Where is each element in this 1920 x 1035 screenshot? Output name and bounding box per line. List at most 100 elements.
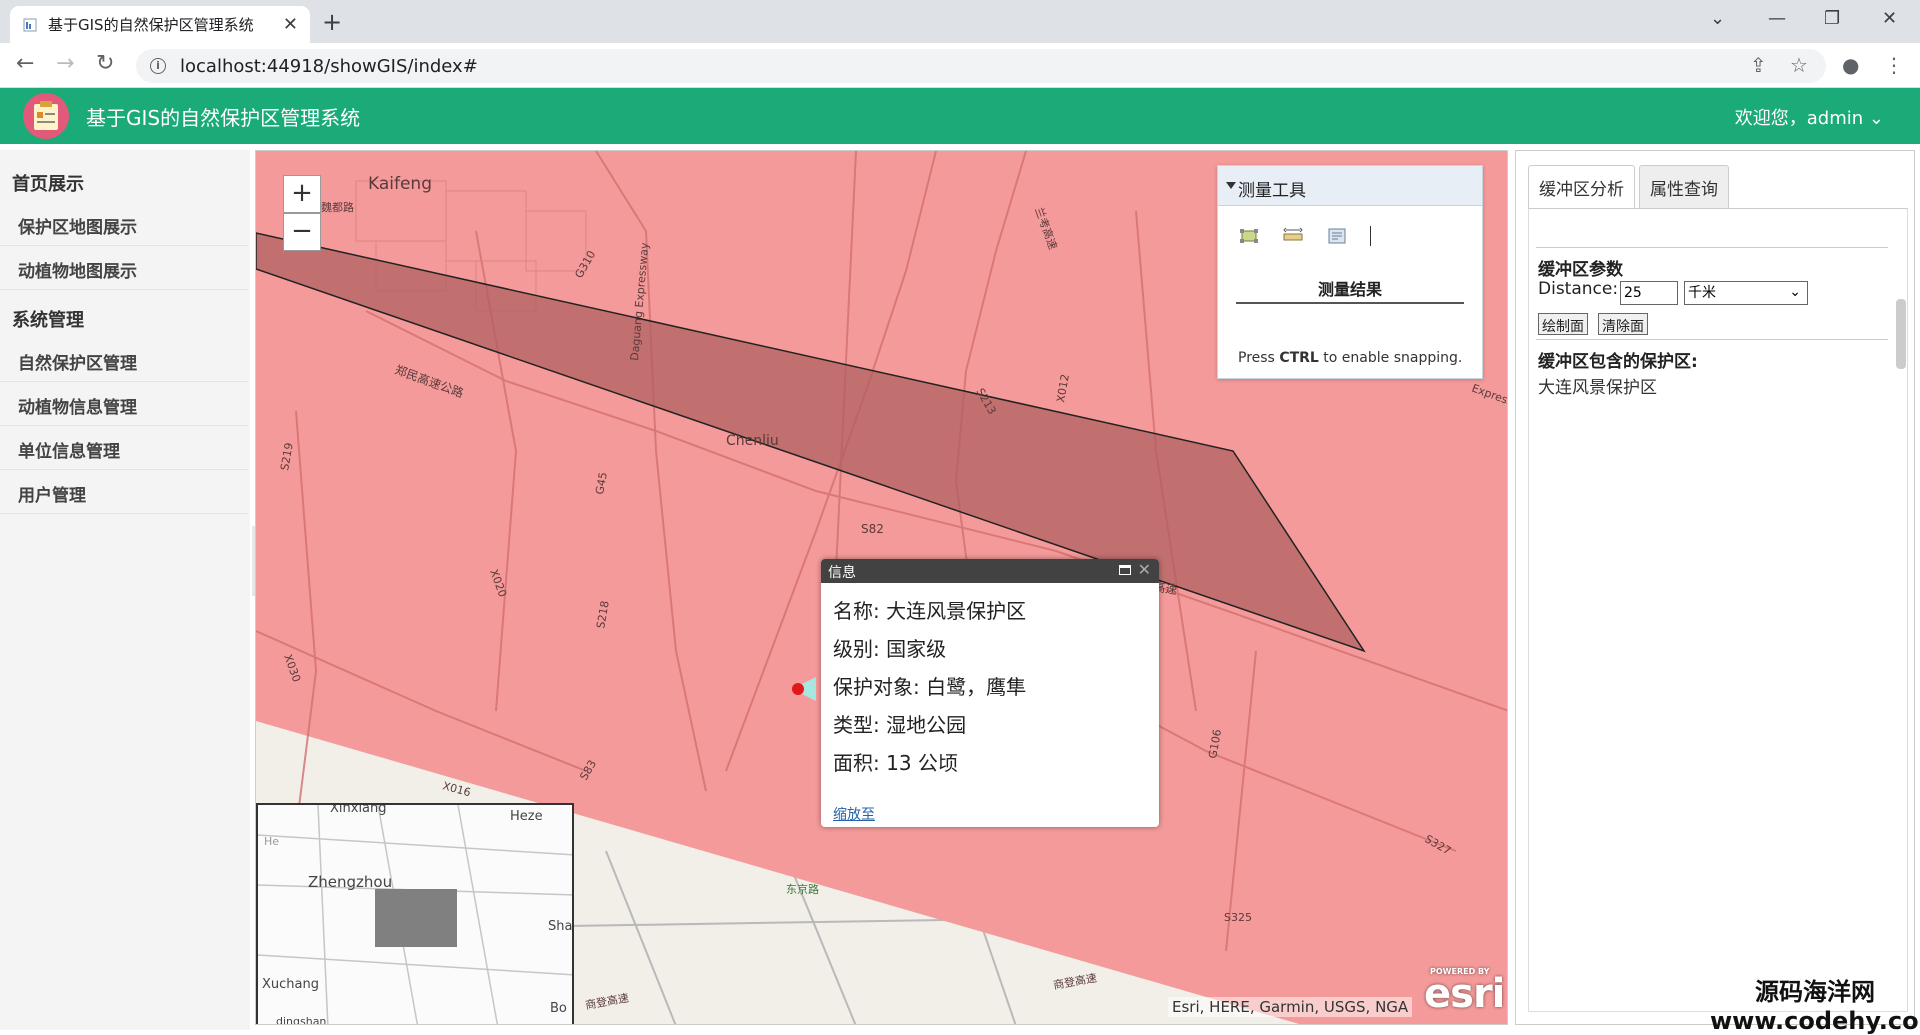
tab-title: 基于GIS的自然保护区管理系统: [48, 16, 254, 34]
profile-icon[interactable]: ●: [1842, 53, 1859, 77]
popup-row-name: 名称: 大连风景保护区: [833, 599, 1027, 623]
measure-title: 测量工具: [1238, 181, 1306, 201]
popup-title: 信息: [828, 565, 856, 581]
measure-widget: 测量工具 测量结果 Press CTRL to enable snapping.: [1217, 165, 1483, 379]
sidebar-item-user-management[interactable]: 用户管理: [0, 470, 248, 514]
reload-icon[interactable]: ↻: [96, 51, 114, 76]
browser-menu-icon[interactable]: ⋮: [1884, 53, 1904, 77]
browser-toolbar: ← → ↻ i localhost:44918/showGIS/index# ⇪…: [0, 43, 1920, 88]
chevron-down-icon: ⌄: [1789, 284, 1801, 300]
map-attribution: Esri, HERE, Garmin, USGS, NGA: [1168, 997, 1413, 1017]
distance-input[interactable]: [1620, 281, 1678, 305]
back-icon[interactable]: ←: [16, 51, 34, 76]
overview-map[interactable]: Xinxiang Heze Zhengzhou Shan Xuchang Bo …: [256, 803, 574, 1025]
map-label-road-cyan: 东京路: [786, 882, 819, 896]
page-favicon-icon: [23, 18, 37, 31]
analysis-tabs: 缓冲区分析 属性查询: [1528, 165, 1729, 209]
sidebar-group-system: 系统管理: [12, 310, 84, 331]
overview-extent-box[interactable]: [375, 889, 457, 947]
map-label-road-s325: S325: [1224, 911, 1252, 924]
map-view[interactable]: Kaifeng Chenliu 魏都路 郑民高速公路 民高速 S82 S219 …: [255, 150, 1508, 1025]
location-tool-icon[interactable]: [1326, 226, 1348, 246]
popup-header: 信息 ✕: [821, 559, 1159, 583]
info-popup: 信息 ✕ 名称: 大连风景保护区 级别: 国家级 保护对象: 白鹭，鹰隼 类型:…: [821, 559, 1159, 827]
overview-label-xinxiang: Xinxiang: [330, 803, 387, 816]
sidebar: 首页展示 保护区地图展示 动植物地图展示 系统管理 自然保护区管理 动植物信息管…: [0, 150, 250, 1030]
address-bar[interactable]: i localhost:44918/showGIS/index#: [136, 49, 1826, 83]
window-close-icon[interactable]: ✕: [1882, 8, 1897, 29]
bookmark-star-icon[interactable]: ☆: [1790, 53, 1808, 77]
new-tab-icon[interactable]: +: [322, 8, 342, 36]
popup-row-type: 类型: 湿地公园: [833, 713, 967, 737]
map-label-road-s82: S82: [861, 522, 884, 536]
buffer-params-title: 缓冲区参数: [1538, 260, 1623, 280]
maximize-icon[interactable]: [1119, 565, 1131, 575]
app-title: 基于GIS的自然保护区管理系统: [86, 106, 361, 130]
share-icon[interactable]: ⇪: [1750, 53, 1767, 77]
reserve-location-marker[interactable]: [792, 683, 804, 695]
collapse-caret-icon[interactable]: [1226, 182, 1236, 189]
popup-row-level: 级别: 国家级: [833, 637, 947, 661]
draw-polygon-button[interactable]: 绘制面: [1538, 313, 1588, 335]
tab-search-icon[interactable]: ⌄: [1710, 8, 1725, 29]
map-label-kaifeng: Kaifeng: [368, 174, 432, 194]
clear-polygon-button[interactable]: 清除面: [1598, 313, 1648, 335]
measure-header[interactable]: 测量工具: [1218, 166, 1482, 206]
distance-tool-icon[interactable]: [1282, 226, 1304, 246]
browser-tabstrip: 基于GIS的自然保护区管理系统 ✕ + ⌄ — ❐ ✕: [0, 0, 1920, 43]
analysis-panel: 缓冲区分析 属性查询 缓冲区参数 Distance: 千米 ⌄ 绘制面 清除面 …: [1515, 150, 1915, 1025]
tool-separator: [1370, 226, 1371, 246]
user-greeting: 欢迎您，admin: [1734, 108, 1864, 129]
minimize-icon[interactable]: —: [1768, 8, 1786, 29]
panel-scrollbar[interactable]: [1896, 299, 1906, 369]
buffer-contains-title: 缓冲区包含的保护区:: [1538, 352, 1698, 372]
watermark-line1: 源码海洋网: [1755, 978, 1875, 1006]
divider: [1536, 339, 1888, 340]
forward-icon[interactable]: →: [56, 51, 74, 76]
restore-icon[interactable]: ❐: [1824, 8, 1840, 29]
overview-label-bo: Bo: [550, 1001, 567, 1016]
esri-powered-by: POWERED BY: [1430, 967, 1490, 976]
sidebar-item-unit-management[interactable]: 单位信息管理: [0, 426, 248, 470]
zoom-to-link[interactable]: 缩放至: [833, 804, 875, 824]
map-label-road-xiyao: 魏都路: [321, 200, 354, 214]
tab-buffer-analysis[interactable]: 缓冲区分析: [1528, 165, 1635, 209]
hint-suffix: to enable snapping.: [1323, 350, 1463, 366]
sidebar-item-wildlife-management[interactable]: 动植物信息管理: [0, 382, 248, 426]
overview-label-heze: Heze: [510, 809, 543, 824]
popup-row-area: 面积: 13 公顷: [833, 751, 958, 775]
app-logo-icon: [23, 93, 69, 139]
url-text[interactable]: localhost:44918/showGIS/index#: [180, 56, 478, 77]
sidebar-item-wildlife-map[interactable]: 动植物地图展示: [0, 246, 248, 290]
user-menu[interactable]: 欢迎您，admin ⌄: [1735, 104, 1884, 130]
browser-tab[interactable]: 基于GIS的自然保护区管理系统 ✕: [10, 6, 310, 43]
sidebar-item-reserve-map[interactable]: 保护区地图展示: [0, 202, 248, 246]
unit-select[interactable]: 千米 ⌄: [1684, 281, 1808, 305]
zoom-out-button[interactable]: −: [283, 213, 321, 251]
esri-logo: POWERED BY esri: [1424, 967, 1505, 1017]
close-icon[interactable]: ✕: [1138, 560, 1151, 579]
tab-close-icon[interactable]: ✕: [283, 14, 298, 35]
unit-select-value: 千米: [1688, 285, 1716, 301]
map-label-chenliu: Chenliu: [726, 433, 779, 449]
measure-result-label: 测量结果: [1236, 276, 1464, 304]
watermark-url: www.codehy.com: [1710, 1007, 1920, 1035]
site-info-icon[interactable]: i: [150, 58, 166, 74]
esri-logo-text: esri: [1424, 971, 1505, 1017]
hint-key: CTRL: [1279, 350, 1319, 366]
tab-attribute-query[interactable]: 属性查询: [1639, 165, 1729, 209]
overview-label-zhengzhou: Zhengzhou: [308, 873, 393, 891]
sidebar-group-home: 首页展示: [12, 174, 84, 195]
area-tool-icon[interactable]: [1238, 226, 1260, 246]
zoom-in-button[interactable]: +: [283, 175, 321, 213]
snapping-hint: Press CTRL to enable snapping.: [1238, 350, 1462, 366]
overview-label-xuchang: Xuchang: [262, 977, 319, 992]
divider: [1536, 247, 1888, 248]
measure-tools: [1238, 226, 1371, 246]
sidebar-item-reserve-management[interactable]: 自然保护区管理: [0, 338, 248, 382]
overview-label-dingshan: dingshan: [276, 1015, 327, 1025]
overview-label-shang: Shan: [548, 919, 573, 934]
overview-label-he: He: [264, 835, 280, 848]
buffer-result-item[interactable]: 大连风景保护区: [1538, 373, 1657, 398]
distance-label: Distance:: [1538, 279, 1619, 299]
